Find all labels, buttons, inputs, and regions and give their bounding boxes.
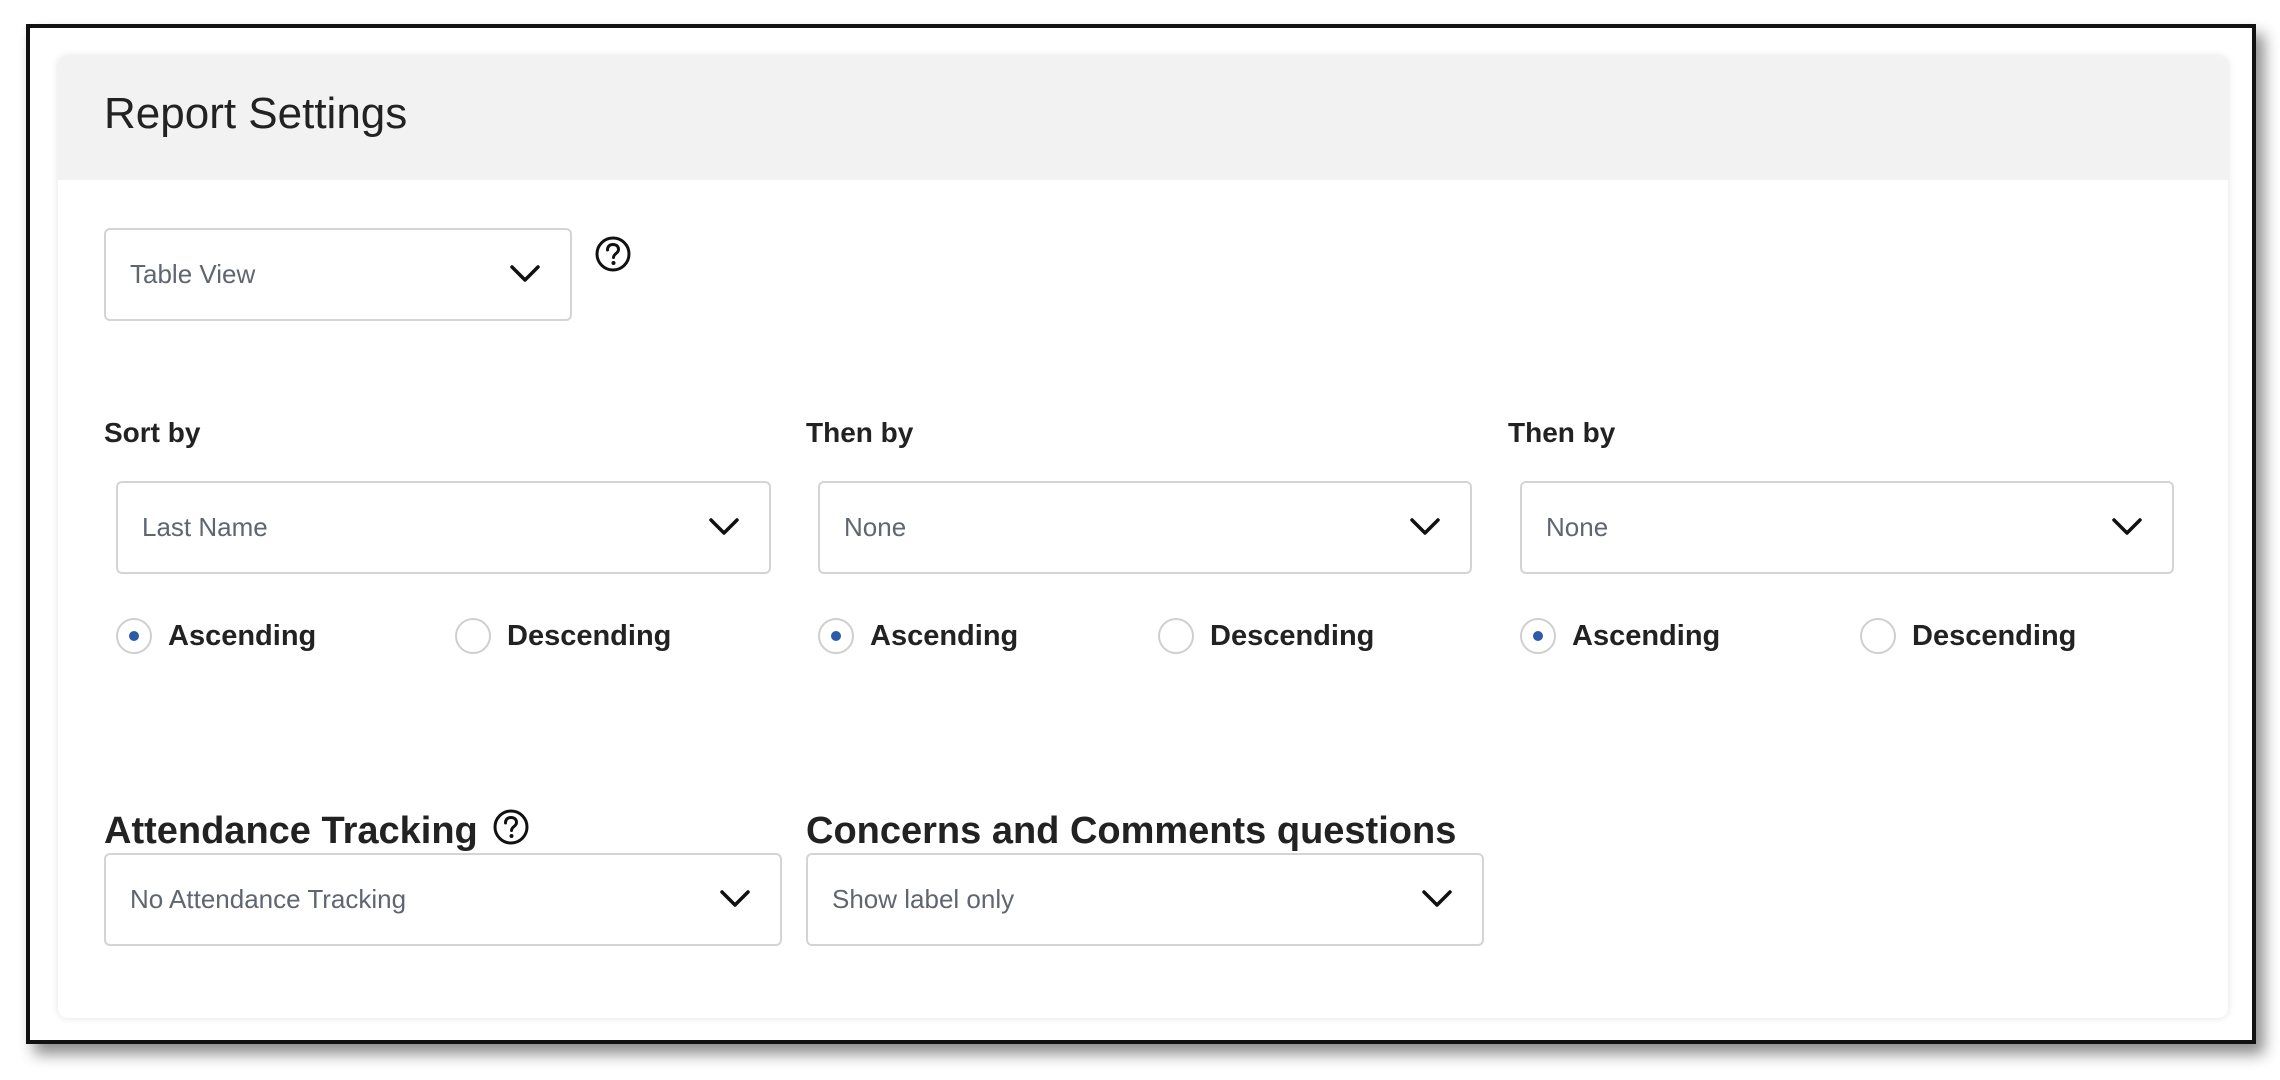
view-select[interactable]: Table View [104,228,572,321]
concerns-comments-title: Concerns and Comments questions [806,810,1457,852]
sort-by-value: Last Name [142,512,268,542]
chevron-down-icon [510,265,540,282]
sort-by-ascending-radio[interactable] [116,618,152,654]
chevron-down-icon [720,890,750,907]
report-settings-panel: Report Settings Table View Sort by Last … [58,56,2228,1018]
then-by-1-ascending-radio[interactable] [818,618,854,654]
concerns-comments-select[interactable]: Show label only [806,853,1484,946]
chevron-down-icon [709,518,739,535]
sort-by-select[interactable]: Last Name [116,481,771,574]
sort-by-label: Sort by [104,417,201,448]
then-by-1-ascending-label[interactable]: Ascending [870,618,1018,654]
chevron-down-icon [1410,518,1440,535]
screenshot-frame: Report Settings Table View Sort by Last … [26,24,2256,1044]
then-by-2-ascending-radio[interactable] [1520,618,1556,654]
then-by-value-2: None [1546,512,1609,542]
sort-by-descending-radio[interactable] [455,618,491,654]
then-by-2-descending-label[interactable]: Descending [1912,618,2076,654]
view-select-value: Table View [130,259,256,289]
sort-by-descending-label[interactable]: Descending [507,618,671,654]
then-by-2-descending-radio[interactable] [1860,618,1896,654]
then-by-2-ascending-label[interactable]: Ascending [1572,618,1720,654]
then-by-1-descending-radio[interactable] [1158,618,1194,654]
chevron-down-icon [2112,518,2142,535]
panel-title: Report Settings [104,89,408,138]
attendance-tracking-select[interactable]: No Attendance Tracking [104,853,782,946]
question-circle-icon[interactable] [492,808,530,846]
then-by-label-2: Then by [1508,417,1616,448]
chevron-down-icon [1422,890,1452,907]
concerns-comments-value: Show label only [832,884,1015,914]
attendance-tracking-value: No Attendance Tracking [130,884,407,914]
then-by-select-1[interactable]: None [818,481,1472,574]
then-by-select-2[interactable]: None [1520,481,2174,574]
then-by-value-1: None [844,512,907,542]
sort-by-ascending-label[interactable]: Ascending [168,618,316,654]
panel-header: Report Settings [58,56,2228,180]
question-circle-icon[interactable] [594,235,632,273]
then-by-label-1: Then by [806,417,914,448]
attendance-tracking-title: Attendance Tracking [104,810,478,852]
then-by-1-descending-label[interactable]: Descending [1210,618,1374,654]
